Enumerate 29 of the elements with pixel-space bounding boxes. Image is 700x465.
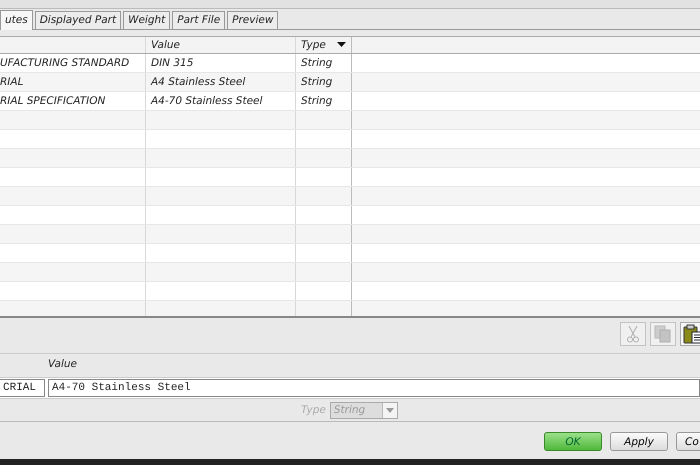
- sort-icon: [337, 42, 346, 48]
- value-field[interactable]: A4-70 Stainless Steel: [48, 379, 700, 398]
- name-field[interactable]: CRIAL: [0, 379, 45, 398]
- type-label: Type: [301, 404, 326, 416]
- column-header[interactable]: Value: [146, 36, 296, 53]
- tab[interactable]: utes: [0, 10, 33, 30]
- table-cell: String: [296, 72, 352, 91]
- table-cell: String: [296, 92, 352, 110]
- paste-button[interactable]: [680, 322, 700, 346]
- tab[interactable]: Weight: [123, 10, 170, 29]
- table-cell: A4-70 Stainless Steel: [146, 92, 296, 110]
- scissors-icon: [626, 324, 640, 343]
- clipboard-icon: [683, 324, 700, 344]
- table-cell: RIAL SPECIFICATION: [0, 92, 146, 110]
- table-cell: String: [296, 54, 352, 72]
- tab[interactable]: Preview: [227, 10, 278, 29]
- tab[interactable]: Displayed Part: [34, 10, 122, 29]
- table-cell: A4 Stainless Steel: [146, 72, 296, 91]
- value-label: Value: [47, 358, 78, 372]
- copy-icon: [654, 324, 672, 343]
- table-cell: UFACTURING STANDARD: [0, 54, 146, 72]
- table-cell: RIAL: [0, 72, 146, 91]
- dropdown-arrow-icon: [386, 408, 394, 413]
- dialog-button[interactable]: Apply: [610, 432, 668, 452]
- tab[interactable]: Part File: [172, 10, 226, 29]
- table-cell: DIN 315: [146, 54, 296, 72]
- ok-button[interactable]: OK: [544, 432, 602, 452]
- dialog-button[interactable]: Co: [676, 432, 700, 452]
- column-header[interactable]: Type: [296, 36, 352, 53]
